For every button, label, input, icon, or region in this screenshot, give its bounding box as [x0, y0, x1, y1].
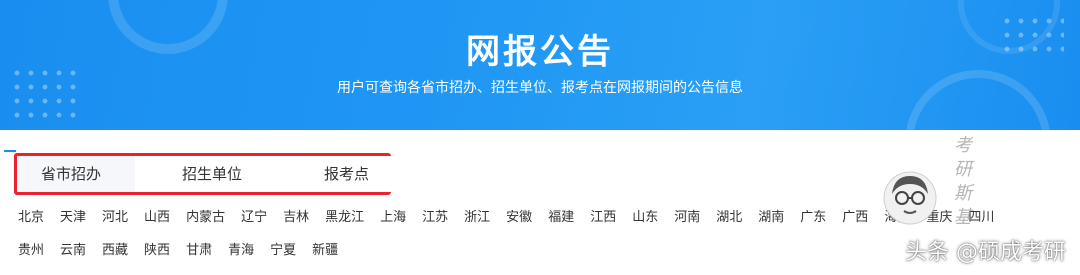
province-link[interactable]: 北京	[18, 209, 44, 227]
province-link[interactable]: 广西	[842, 209, 868, 227]
province-link[interactable]: 河北	[102, 209, 128, 227]
tab-institution[interactable]: 招生单位	[182, 156, 242, 192]
province-link[interactable]: 山东	[632, 209, 658, 227]
province-link[interactable]: 江苏	[422, 209, 448, 227]
province-link[interactable]: 贵州	[18, 242, 44, 260]
province-link[interactable]: 江西	[590, 209, 616, 227]
avatar-watermark	[883, 171, 937, 225]
province-link[interactable]: 安徽	[506, 209, 532, 227]
province-link[interactable]: 湖南	[758, 209, 784, 227]
province-link[interactable]: 福建	[548, 209, 574, 227]
province-link[interactable]: 上海	[380, 209, 406, 227]
province-link[interactable]: 天津	[60, 209, 86, 227]
tab-exam-site[interactable]: 报考点	[324, 156, 369, 192]
province-link[interactable]: 新疆	[312, 242, 338, 260]
tab-provincial-office[interactable]: 省市招办	[41, 156, 101, 192]
province-link[interactable]: 甘肃	[186, 242, 212, 260]
province-link[interactable]: 广东	[800, 209, 826, 227]
province-link[interactable]: 陕西	[144, 242, 170, 260]
province-link[interactable]: 黑龙江	[325, 209, 364, 227]
province-link[interactable]: 浙江	[464, 209, 490, 227]
province-link[interactable]: 辽宁	[241, 209, 267, 227]
header-banner: 网报公告 用户可查询各省市招办、招生单位、报考点在网报期间的公告信息	[0, 0, 1080, 130]
tabs-underline	[4, 150, 16, 152]
province-link[interactable]: 西藏	[102, 242, 128, 260]
watermark-text: 考研斯基	[954, 135, 972, 228]
category-tabs: 省市招办 招生单位 报考点	[14, 153, 391, 195]
province-link[interactable]: 宁夏	[270, 242, 296, 260]
province-link[interactable]: 吉林	[283, 209, 309, 227]
province-link[interactable]: 湖北	[716, 209, 742, 227]
credit-watermark: 头条 @硕成考研	[905, 240, 1066, 265]
province-link[interactable]: 河南	[674, 209, 700, 227]
page-title: 网报公告	[466, 32, 614, 72]
province-link[interactable]: 内蒙古	[186, 209, 225, 227]
province-link[interactable]: 青海	[228, 242, 254, 260]
province-link[interactable]: 云南	[60, 242, 86, 260]
province-link[interactable]: 山西	[144, 209, 170, 227]
page-subtitle: 用户可查询各省市招办、招生单位、报考点在网报期间的公告信息	[337, 80, 743, 96]
